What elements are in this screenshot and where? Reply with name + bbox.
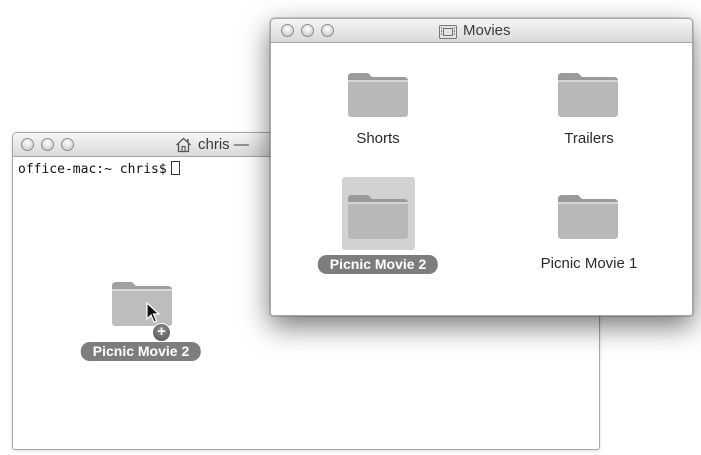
terminal-prompt-line: office-mac:~ chris$ [18,161,180,177]
close-button[interactable] [21,138,34,151]
finder-item-label: Picnic Movie 2 [317,255,439,274]
folder-icon [346,67,410,119]
desktop: chris — office-mac:~ chris$ + Picnic Mov… [0,0,701,455]
folder-icon [346,189,410,241]
finder-titlebar[interactable]: Movies [271,19,692,43]
movies-folder-icon [439,24,457,44]
folder-icon [556,67,620,119]
finder-item-label: Picnic Movie 1 [540,255,638,272]
folder-icon [556,189,620,241]
finder-item-label: Trailers [564,130,614,147]
finder-item-label: Shorts [356,130,400,147]
finder-title: Movies [463,22,511,39]
zoom-button[interactable] [321,24,334,37]
minimize-button[interactable] [41,138,54,151]
zoom-button[interactable] [61,138,74,151]
drag-label: Picnic Movie 2 [80,342,202,361]
finder-window[interactable]: Movies Shorts Trailers Picnic Movie 2 Pi… [270,18,693,316]
shell-prompt: office-mac:~ chris$ [18,162,167,177]
text-cursor [170,161,180,175]
close-button[interactable] [281,24,294,37]
minimize-button[interactable] [301,24,314,37]
plus-badge-icon: + [152,323,171,342]
folder-icon [110,276,174,328]
terminal-title: chris — [198,136,249,153]
home-icon [175,137,192,158]
